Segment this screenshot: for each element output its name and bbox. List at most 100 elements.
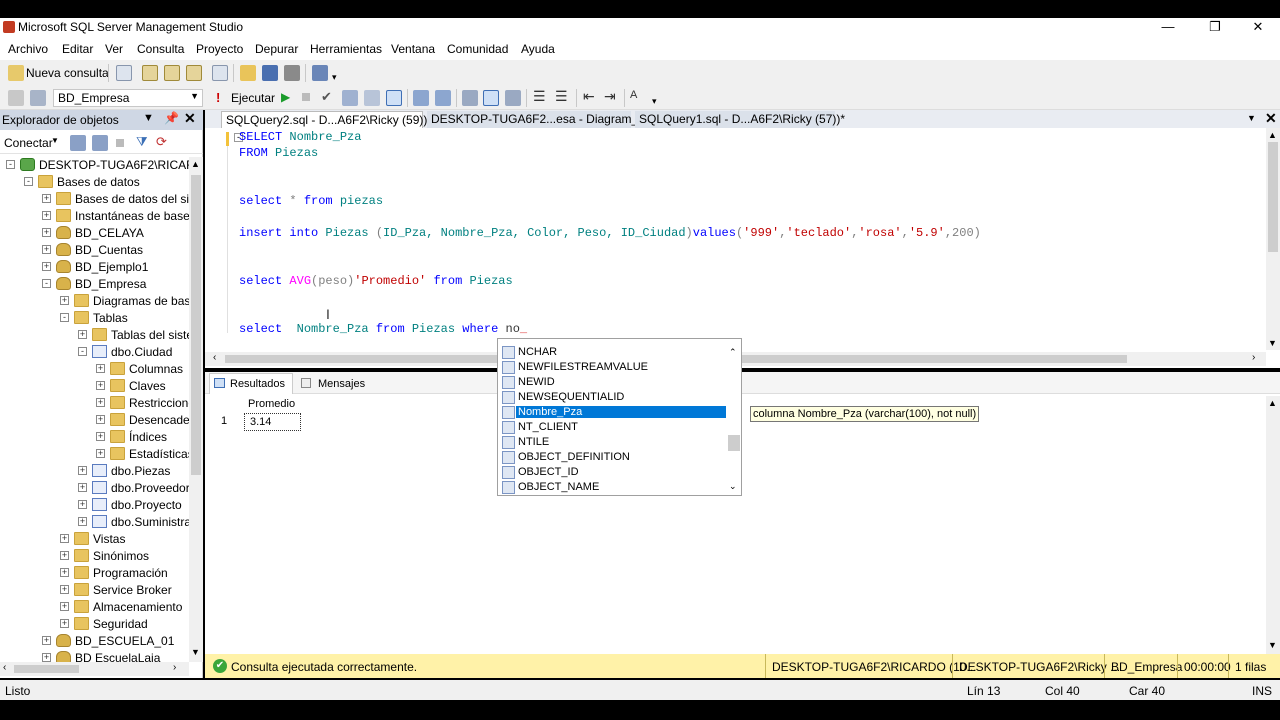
- expand-icon[interactable]: +: [60, 534, 69, 543]
- results-to-text-icon[interactable]: [462, 90, 478, 106]
- menu-editar[interactable]: Editar: [62, 42, 93, 56]
- uncomment-lines-icon[interactable]: ☰: [555, 88, 568, 105]
- pin-icon[interactable]: 📌: [164, 111, 179, 125]
- expand-icon[interactable]: +: [78, 500, 87, 509]
- change-connection-icon[interactable]: [30, 90, 46, 106]
- menu-comunidad[interactable]: Comunidad: [447, 42, 508, 56]
- expand-icon[interactable]: +: [42, 245, 51, 254]
- toolbar2-overflow-icon[interactable]: ▾: [652, 96, 657, 107]
- menu-ayuda[interactable]: Ayuda: [521, 42, 555, 56]
- collapse-icon[interactable]: -: [78, 347, 87, 356]
- menu-proyecto[interactable]: Proyecto: [196, 42, 243, 56]
- editor-vertical-scrollbar[interactable]: ▲ ▼: [1266, 128, 1280, 350]
- print-icon[interactable]: [284, 65, 300, 81]
- expand-icon[interactable]: +: [42, 228, 51, 237]
- connect-button[interactable]: Conectar: [4, 136, 53, 150]
- query-designer-icon[interactable]: [364, 90, 380, 106]
- autocomplete-item[interactable]: NEWFILESTREAMVALUE: [500, 360, 726, 375]
- xmla-query-icon[interactable]: [212, 65, 228, 81]
- stop-refresh-icon[interactable]: [116, 139, 124, 147]
- explorer-vertical-scrollbar[interactable]: ▲ ▼: [189, 157, 203, 662]
- new-file-icon[interactable]: [116, 65, 132, 81]
- collapse-icon[interactable]: -: [60, 313, 69, 322]
- tab-sqlquery1[interactable]: SQLQuery1.sql - D...A6F2\Ricky (57))*: [635, 111, 845, 128]
- autocomplete-item[interactable]: NT_CLIENT: [500, 420, 726, 435]
- scroll-thumb[interactable]: [191, 175, 201, 475]
- refresh-icon[interactable]: ⟳: [156, 134, 167, 150]
- autocomplete-item[interactable]: Nombre_Pza: [500, 405, 726, 420]
- include-plan-icon[interactable]: [413, 90, 429, 106]
- autocomplete-item[interactable]: NTILE: [500, 435, 726, 450]
- scroll-right-icon[interactable]: ›: [173, 662, 176, 673]
- connect-icon[interactable]: [8, 90, 24, 106]
- expand-icon[interactable]: +: [60, 602, 69, 611]
- expand-icon[interactable]: +: [78, 330, 87, 339]
- expand-icon[interactable]: +: [96, 364, 105, 373]
- database-query-icon[interactable]: [142, 65, 158, 81]
- ac-scroll-thumb[interactable]: [728, 435, 740, 451]
- comment-lines-icon[interactable]: ☰: [533, 88, 546, 105]
- activity-monitor-icon[interactable]: [312, 65, 328, 81]
- result-cell[interactable]: 3.14: [244, 413, 301, 431]
- maximize-button[interactable]: ❐: [1195, 18, 1235, 38]
- expand-icon[interactable]: +: [60, 619, 69, 628]
- save-icon[interactable]: [262, 65, 278, 81]
- expand-icon[interactable]: +: [42, 194, 51, 203]
- expand-icon[interactable]: +: [60, 551, 69, 560]
- disconnect-icon[interactable]: [92, 135, 108, 151]
- scroll-down-icon[interactable]: ▼: [191, 647, 200, 657]
- stop-icon[interactable]: [302, 93, 310, 101]
- tab-diagram[interactable]: DESKTOP-TUGA6F2...esa - Diagram_0*: [427, 111, 650, 128]
- close-panel-icon[interactable]: ✕: [184, 110, 196, 127]
- results-scroll-down-icon[interactable]: ▼: [1268, 640, 1277, 650]
- minimize-button[interactable]: —: [1148, 18, 1188, 38]
- menu-depurar[interactable]: Depurar: [255, 42, 298, 56]
- editor-scroll-down-icon[interactable]: ▼: [1268, 338, 1277, 348]
- expand-icon[interactable]: +: [60, 296, 69, 305]
- open-file-icon[interactable]: [240, 65, 256, 81]
- scroll-up-icon[interactable]: ▲: [191, 159, 200, 169]
- close-tab-icon[interactable]: ✕: [1265, 110, 1277, 127]
- expand-icon[interactable]: +: [42, 636, 51, 645]
- autocomplete-item[interactable]: OBJECT_NAME: [500, 480, 726, 495]
- expand-icon[interactable]: +: [42, 211, 51, 220]
- parse-check-icon[interactable]: ✔: [321, 89, 332, 105]
- results-scroll-up-icon[interactable]: ▲: [1268, 398, 1277, 408]
- new-query-button[interactable]: Nueva consulta: [26, 66, 109, 80]
- collapse-icon[interactable]: -: [42, 279, 51, 288]
- menu-herramientas[interactable]: Herramientas: [310, 42, 382, 56]
- editor-scroll-right-icon[interactable]: ›: [1252, 352, 1255, 363]
- expand-icon[interactable]: +: [96, 432, 105, 441]
- expand-icon[interactable]: +: [78, 517, 87, 526]
- toolbar-overflow-icon[interactable]: ▾: [332, 72, 337, 83]
- execute-button[interactable]: Ejecutar: [231, 91, 275, 105]
- connect-object-icon[interactable]: [70, 135, 86, 151]
- specify-template-values-icon[interactable]: A: [630, 89, 637, 101]
- tab-resultados[interactable]: Resultados: [209, 373, 293, 394]
- expand-icon[interactable]: +: [60, 568, 69, 577]
- editor-scroll-left-icon[interactable]: ‹: [213, 352, 216, 363]
- query-editor[interactable]: - SELECT Nombre_Pza FROM Piezas select *…: [205, 128, 1280, 368]
- autocomplete-scrollbar[interactable]: ⌃ ⌄: [728, 339, 741, 495]
- autocomplete-list[interactable]: NCHAR NEWFILESTREAMVALUE NEWID NEWSEQUENTIA…: [497, 338, 742, 496]
- client-stats-icon[interactable]: [435, 90, 451, 106]
- ac-scroll-down-icon[interactable]: ⌄: [729, 481, 737, 492]
- explorer-horizontal-scrollbar[interactable]: ‹ ›: [0, 662, 189, 676]
- collapse-icon[interactable]: -: [6, 160, 15, 169]
- filter-icon[interactable]: ⧩: [136, 134, 148, 150]
- ac-scroll-up-icon[interactable]: ⌃: [729, 347, 737, 358]
- autocomplete-item[interactable]: NEWSEQUENTIALID: [500, 390, 726, 405]
- autocomplete-item[interactable]: OBJECT_ID: [500, 465, 726, 480]
- debug-play-icon[interactable]: ▶: [281, 90, 290, 104]
- dropdown-arrow-icon[interactable]: ▼: [143, 112, 154, 124]
- expand-icon[interactable]: +: [42, 262, 51, 271]
- expand-icon[interactable]: +: [78, 466, 87, 475]
- expand-icon[interactable]: +: [78, 483, 87, 492]
- results-to-grid-icon[interactable]: [386, 90, 402, 106]
- scroll-left-icon[interactable]: ‹: [3, 662, 6, 673]
- autocomplete-item[interactable]: NCHAR: [500, 345, 726, 360]
- tab-mensajes[interactable]: Mensajes: [297, 373, 367, 394]
- editor-scroll-thumb[interactable]: [1268, 142, 1278, 252]
- analysis-query-icon[interactable]: [164, 65, 180, 81]
- menu-consulta[interactable]: Consulta: [137, 42, 184, 56]
